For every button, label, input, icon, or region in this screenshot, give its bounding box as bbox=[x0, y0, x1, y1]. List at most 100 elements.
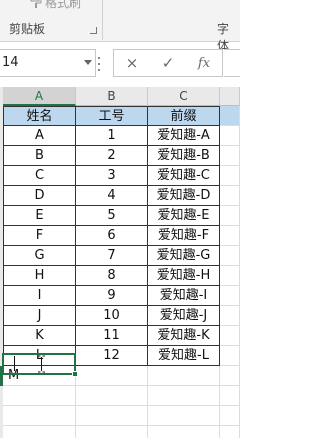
table-row: E 5 爱知趣-E bbox=[0, 206, 240, 226]
cell[interactable] bbox=[76, 406, 148, 426]
cell[interactable]: 8 bbox=[76, 266, 148, 286]
cell[interactable] bbox=[220, 146, 240, 166]
cell[interactable] bbox=[3, 406, 76, 426]
table-row: C 3 爱知趣-C bbox=[0, 166, 240, 186]
cell[interactable] bbox=[148, 406, 220, 426]
fill-handle[interactable] bbox=[72, 371, 78, 377]
table-row: D 4 爱知趣-D bbox=[0, 186, 240, 206]
cell[interactable] bbox=[220, 106, 240, 126]
header-cell[interactable]: 前缀 bbox=[148, 106, 220, 126]
empty-row bbox=[0, 386, 240, 406]
check-icon: ✓ bbox=[161, 54, 175, 72]
cell[interactable]: 爱知趣-J bbox=[148, 306, 220, 326]
cancel-button[interactable]: × bbox=[114, 50, 150, 76]
format-painter-button[interactable]: 格式刷 bbox=[30, 0, 82, 10]
name-box[interactable]: 14 bbox=[0, 49, 96, 77]
column-header-d[interactable] bbox=[220, 87, 240, 106]
column-header-c[interactable]: C bbox=[148, 87, 220, 106]
cell[interactable]: 9 bbox=[76, 286, 148, 306]
column-header-a[interactable]: A bbox=[3, 87, 76, 106]
cell[interactable] bbox=[148, 366, 220, 386]
close-icon: × bbox=[125, 54, 139, 72]
worksheet-grid[interactable]: A B C 姓名 工号 前缀 A 1 爱知趣-A B 2 爱知趣-B C 3 爱知趣-C D 4 爱知趣-D… bbox=[0, 87, 240, 438]
cell[interactable] bbox=[220, 326, 240, 346]
table-row: I 9 爱知趣-I bbox=[0, 286, 240, 306]
cell[interactable]: K bbox=[3, 326, 76, 346]
cell[interactable]: 6 bbox=[76, 226, 148, 246]
cell[interactable]: 2 bbox=[76, 146, 148, 166]
cell[interactable] bbox=[220, 206, 240, 226]
cell[interactable] bbox=[220, 386, 240, 406]
cell[interactable] bbox=[220, 126, 240, 146]
cell[interactable]: D bbox=[3, 186, 76, 206]
formula-buttons: × ✓ fx bbox=[113, 49, 223, 77]
cell[interactable]: 爱知趣-A bbox=[148, 126, 220, 146]
formula-bar-resize-handle[interactable] bbox=[98, 57, 101, 71]
cell[interactable] bbox=[220, 226, 240, 246]
cell[interactable]: 爱知趣-D bbox=[148, 186, 220, 206]
cell[interactable] bbox=[220, 286, 240, 306]
cell[interactable]: C bbox=[3, 166, 76, 186]
enter-button[interactable]: ✓ bbox=[150, 50, 186, 76]
cell[interactable] bbox=[148, 426, 220, 438]
table-row: A 1 爱知趣-A bbox=[0, 126, 240, 146]
cell[interactable] bbox=[76, 386, 148, 406]
cell[interactable] bbox=[76, 366, 148, 386]
cell[interactable]: I bbox=[3, 286, 76, 306]
cell[interactable]: 爱知趣-G bbox=[148, 246, 220, 266]
cell[interactable] bbox=[220, 166, 240, 186]
ribbon: 格式刷 剪贴板 字体 bbox=[0, 0, 240, 53]
cell[interactable]: 12 bbox=[76, 346, 148, 366]
cell[interactable]: 爱知趣-E bbox=[148, 206, 220, 226]
cell[interactable]: 4 bbox=[76, 186, 148, 206]
cell[interactable]: 5 bbox=[76, 206, 148, 226]
clipboard-dialog-launcher-icon[interactable] bbox=[90, 27, 97, 34]
header-cell[interactable]: 姓名 bbox=[3, 106, 76, 126]
cell[interactable] bbox=[76, 426, 148, 438]
format-painter-label: 格式刷 bbox=[45, 0, 82, 10]
cell[interactable] bbox=[3, 426, 76, 438]
cell[interactable]: 爱知趣-B bbox=[148, 146, 220, 166]
table-row: L 12 爱知趣-L bbox=[0, 346, 240, 366]
cell[interactable]: B bbox=[3, 146, 76, 166]
cell[interactable]: 11 bbox=[76, 326, 148, 346]
cell[interactable]: A bbox=[3, 126, 76, 146]
cell[interactable]: F bbox=[3, 226, 76, 246]
cell[interactable]: 10 bbox=[76, 306, 148, 326]
column-header-b[interactable]: B bbox=[76, 87, 148, 106]
cell[interactable] bbox=[220, 346, 240, 366]
cell[interactable] bbox=[220, 366, 240, 386]
cell[interactable]: 爱知趣-I bbox=[148, 286, 220, 306]
formula-input[interactable] bbox=[224, 49, 240, 77]
cell[interactable]: 爱知趣-C bbox=[148, 166, 220, 186]
cell[interactable] bbox=[220, 306, 240, 326]
cell[interactable]: E bbox=[3, 206, 76, 226]
cell[interactable]: 爱知趣-K bbox=[148, 326, 220, 346]
cell[interactable] bbox=[148, 386, 220, 406]
column-headers: A B C bbox=[0, 87, 240, 106]
cell[interactable] bbox=[220, 186, 240, 206]
cell[interactable]: 3 bbox=[76, 166, 148, 186]
cell[interactable] bbox=[3, 386, 76, 406]
cell[interactable]: J bbox=[3, 306, 76, 326]
function-icon: fx bbox=[197, 55, 211, 71]
header-cell[interactable]: 工号 bbox=[76, 106, 148, 126]
empty-row bbox=[0, 406, 240, 426]
table-row: M bbox=[0, 366, 240, 386]
cell[interactable]: G bbox=[3, 246, 76, 266]
table-row: K 11 爱知趣-K bbox=[0, 326, 240, 346]
insert-function-button[interactable]: fx bbox=[186, 50, 222, 76]
cell[interactable]: 爱知趣-F bbox=[148, 226, 220, 246]
chevron-down-icon[interactable] bbox=[84, 60, 92, 65]
cell[interactable]: 爱知趣-H bbox=[148, 266, 220, 286]
cell[interactable]: 爱知趣-L bbox=[148, 346, 220, 366]
text-caret bbox=[14, 356, 15, 371]
cell[interactable]: 7 bbox=[76, 246, 148, 266]
cell[interactable] bbox=[220, 246, 240, 266]
cell[interactable]: H bbox=[3, 266, 76, 286]
cell[interactable] bbox=[220, 406, 240, 426]
cell[interactable]: 1 bbox=[76, 126, 148, 146]
ribbon-separator bbox=[102, 0, 103, 40]
cell[interactable] bbox=[220, 426, 240, 438]
cell[interactable] bbox=[220, 266, 240, 286]
